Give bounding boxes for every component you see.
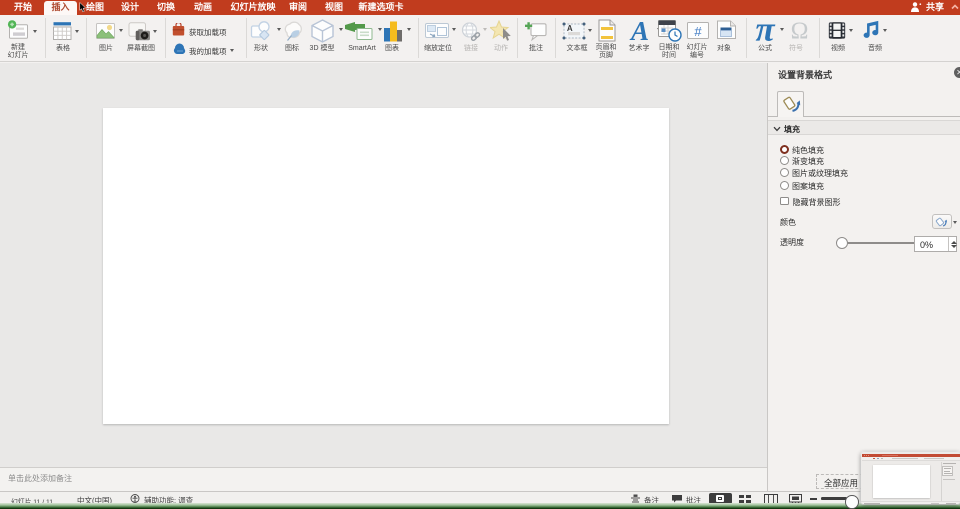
- svg-text:Ω: Ω: [791, 20, 809, 42]
- svg-text:π: π: [755, 19, 775, 42]
- svg-text:A: A: [629, 20, 649, 42]
- svg-text:A: A: [567, 24, 573, 33]
- svg-text:#: #: [694, 24, 702, 39]
